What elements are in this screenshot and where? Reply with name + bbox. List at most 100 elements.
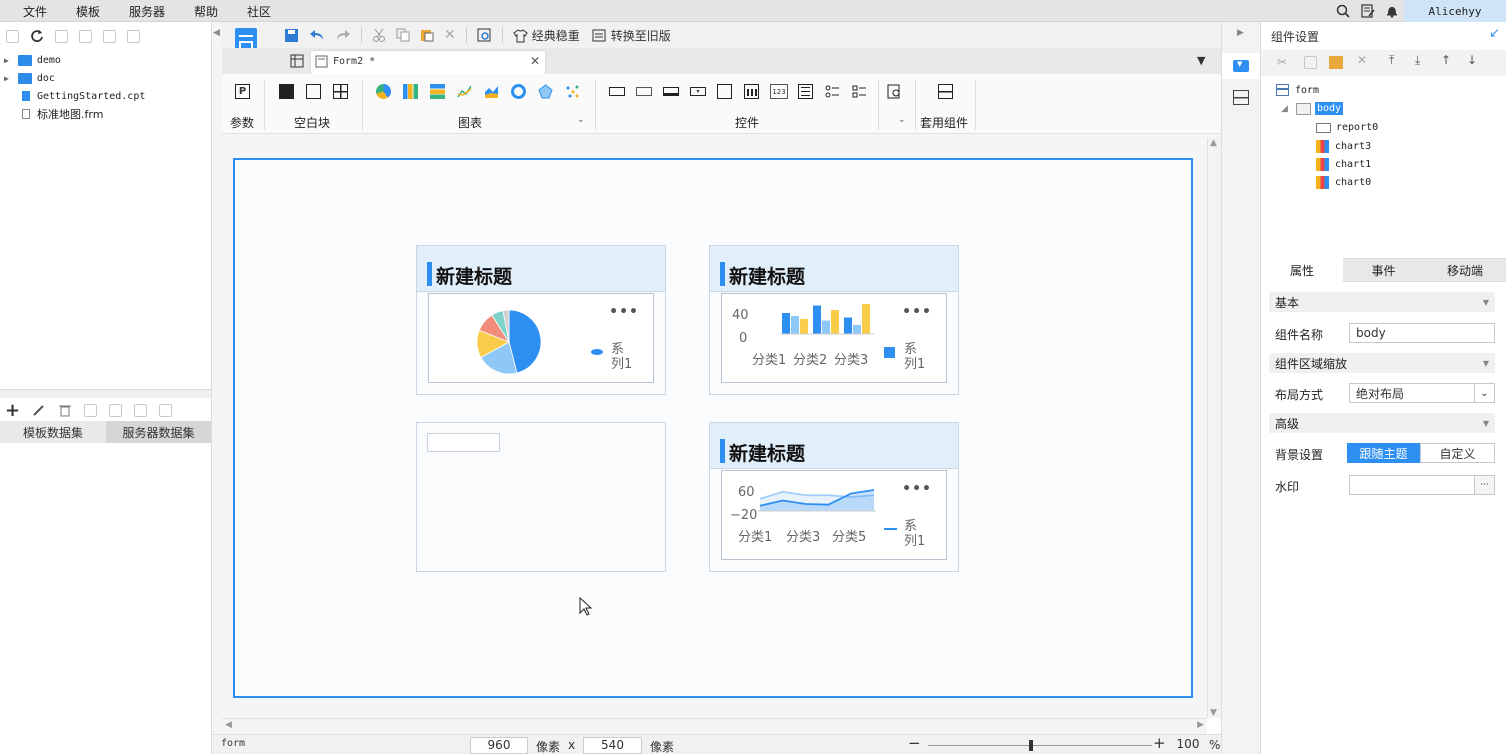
blank-block-icon[interactable] [279, 84, 294, 99]
menu-community[interactable]: 社区 [247, 3, 271, 20]
vertical-scrollbar[interactable]: ▲ ▼ [1207, 138, 1221, 718]
expand-arrow-icon[interactable]: ▶ [4, 74, 9, 83]
bell-icon[interactable] [1384, 3, 1399, 18]
collapse-left-icon[interactable]: ◀ [213, 28, 220, 38]
chart-body[interactable]: 40 0 分类1 分类2 分类3 ••• 系列1 [721, 293, 947, 383]
chart-card-line[interactable]: 新建标题 60 −20 分类1 分类3 分类5 ••• 系列1 [709, 422, 959, 572]
preview-icon[interactable] [84, 403, 98, 417]
tree-node-chart1[interactable]: chart1 [1316, 158, 1371, 171]
width-input[interactable]: 960 [470, 737, 528, 754]
chevron-down-icon[interactable]: ⌄ [577, 115, 585, 125]
grid-icon[interactable] [290, 54, 304, 68]
dropdown-widget-icon[interactable]: ▾ [690, 87, 706, 96]
horizontal-bar-icon[interactable] [430, 84, 445, 99]
zoom-out-button[interactable]: − [908, 734, 921, 752]
section-advanced[interactable]: 高级 ▼ [1269, 413, 1495, 433]
settings-icon[interactable] [79, 29, 92, 43]
search-widget-icon[interactable] [887, 84, 902, 99]
copy-icon[interactable] [1304, 56, 1317, 69]
panel-splitter[interactable] [0, 389, 211, 398]
menu-template[interactable]: 模板 [76, 3, 100, 20]
watermark-more-button[interactable]: ··· [1474, 475, 1495, 495]
tree-node-chart0[interactable]: chart0 [1316, 176, 1371, 189]
date-widget-icon[interactable] [717, 84, 732, 99]
menu-file[interactable]: 文件 [23, 3, 47, 20]
tab-form2[interactable]: Form2 * ✕ [310, 50, 546, 74]
label-widget-icon[interactable] [636, 87, 652, 96]
search-icon[interactable] [1335, 3, 1350, 18]
database-settings-icon[interactable] [159, 403, 173, 417]
tree-node-body[interactable]: body [1296, 102, 1344, 115]
button-widget-icon[interactable] [663, 87, 679, 96]
locate-icon[interactable] [55, 29, 68, 43]
zoom-slider-track[interactable] [928, 745, 1152, 746]
paste-icon[interactable] [1329, 56, 1343, 69]
add-icon[interactable]: + [5, 400, 20, 421]
section-scale[interactable]: 组件区域缩放 ▼ [1269, 353, 1495, 373]
text-input-icon[interactable] [609, 87, 625, 96]
expand-arrow-icon[interactable]: ◢ [1281, 104, 1288, 114]
tree-node-chart3[interactable]: chart3 [1316, 140, 1371, 153]
save-icon[interactable] [284, 28, 299, 43]
menu-help[interactable]: 帮助 [194, 3, 218, 20]
tab-server-dataset[interactable]: 服务器数据集 [106, 421, 211, 443]
chevron-down-icon[interactable]: ▼ [1483, 298, 1489, 307]
tree-node-report0[interactable]: report0 [1316, 122, 1378, 133]
more-options-icon[interactable]: ••• [902, 481, 932, 497]
chart-body[interactable]: 60 −20 分类1 分类3 分类5 ••• 系列1 [721, 470, 947, 560]
copy-icon[interactable] [396, 28, 410, 42]
tree-item-demo[interactable]: ▶ demo [4, 52, 61, 68]
refresh-icon[interactable] [30, 29, 44, 43]
split-block-icon[interactable] [306, 84, 321, 99]
section-basic[interactable]: 基本 ▼ [1269, 292, 1495, 312]
height-input[interactable]: 540 [583, 737, 642, 754]
cut-icon[interactable]: ✂ [1277, 55, 1287, 69]
zoom-value[interactable]: 100 [1173, 737, 1203, 754]
move-down-icon[interactable]: ↓ [1467, 53, 1477, 67]
more-options-icon[interactable]: ••• [609, 304, 639, 320]
theme-classic-label[interactable]: 经典稳重 [532, 27, 580, 44]
edit-note-icon[interactable] [1360, 3, 1375, 18]
chart-card-pie[interactable]: 新建标题 ••• 系列1 [416, 245, 666, 395]
convert-old-label[interactable]: 转换至旧版 [611, 27, 671, 44]
chevron-down-icon[interactable]: ⌄ [898, 115, 906, 125]
redo-icon[interactable] [335, 28, 351, 42]
copy-icon[interactable] [127, 29, 140, 43]
form-canvas[interactable]: 新建标题 ••• 系列1 新建标题 40 0 分类1 分类2 分类3 ••• 系… [233, 158, 1193, 698]
database-icon[interactable] [134, 403, 148, 417]
zoom-slider-handle[interactable] [1029, 740, 1033, 751]
calendar-widget-icon[interactable] [744, 84, 759, 99]
tree-node-form[interactable]: form [1276, 84, 1319, 96]
watermark-input[interactable] [1349, 475, 1475, 495]
table-block-icon[interactable] [333, 84, 348, 99]
chevron-down-icon[interactable]: ▼ [1483, 359, 1489, 368]
layout-panel-icon[interactable] [1233, 90, 1249, 105]
close-icon[interactable]: ✕ [444, 27, 456, 43]
tree-item-gettingstarted[interactable]: GettingStarted.cpt [22, 88, 145, 104]
delete-icon[interactable] [103, 29, 116, 43]
chart-body[interactable]: ••• 系列1 [428, 293, 654, 383]
bar-chart-icon[interactable] [403, 84, 418, 99]
report-cell[interactable] [427, 433, 500, 452]
radar-chart-icon[interactable] [538, 84, 553, 99]
menu-server[interactable]: 服务器 [129, 3, 165, 20]
trash-icon[interactable] [58, 403, 72, 417]
component-settings-tab[interactable]: ▼ [1222, 53, 1260, 79]
report-card[interactable] [416, 422, 666, 572]
collapse-right-icon[interactable]: ▶ [1237, 28, 1244, 38]
parameter-icon[interactable]: P [235, 84, 250, 99]
chevron-down-icon[interactable]: ▼ [1483, 419, 1489, 428]
horizontal-scrollbar[interactable]: ◀ ▶ [222, 718, 1207, 734]
checkbox-group-icon[interactable] [852, 84, 867, 99]
tab-list-icon[interactable]: ▼ [1197, 54, 1205, 67]
undo-icon[interactable] [309, 28, 325, 42]
more-options-icon[interactable]: ••• [902, 304, 932, 320]
bg-custom-button[interactable]: 自定义 [1420, 443, 1495, 463]
layout-select[interactable]: 绝对布局 ⌄ [1349, 383, 1495, 403]
textarea-widget-icon[interactable] [798, 84, 813, 99]
convert-icon[interactable] [592, 28, 607, 43]
paste-icon[interactable] [420, 28, 434, 42]
move-top-icon[interactable]: ⤒ [1389, 53, 1394, 68]
cut-icon[interactable] [372, 28, 386, 42]
radio-group-icon[interactable] [825, 84, 840, 99]
